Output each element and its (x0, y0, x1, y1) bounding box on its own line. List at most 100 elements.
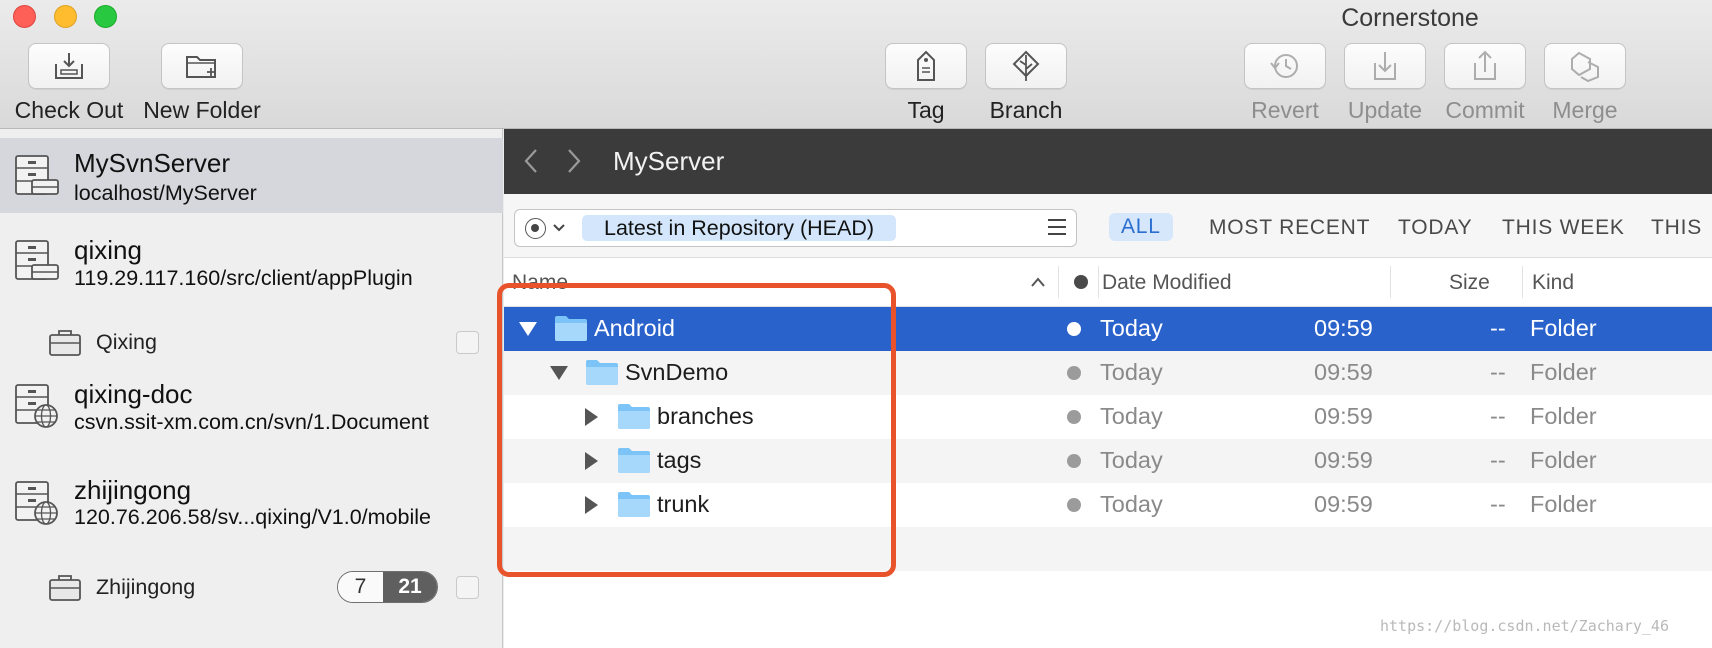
column-kind[interactable]: Kind (1532, 271, 1574, 295)
path-bar: MyServer (504, 129, 1712, 194)
sort-ascending-icon[interactable] (1030, 276, 1046, 288)
working-copy-icon (49, 330, 81, 356)
row-date: Today (1100, 447, 1163, 473)
web-server-icon (15, 384, 58, 428)
server-name: qixing-doc (74, 379, 193, 409)
status-dot (1067, 498, 1081, 512)
total-count: 21 (383, 572, 437, 602)
revision-selector[interactable]: Latest in Repository (HEAD) (514, 209, 1077, 247)
row-kind: Folder (1530, 491, 1597, 517)
working-copy-checkbox[interactable] (456, 576, 479, 599)
commit-icon (1474, 50, 1496, 80)
row-kind: Folder (1530, 359, 1597, 385)
close-window-button[interactable] (13, 5, 36, 28)
row-size: -- (1490, 403, 1506, 429)
empty-row (504, 571, 1712, 615)
chevron-down-icon[interactable] (552, 223, 566, 233)
merge-label: Merge (1552, 97, 1618, 123)
row-date: Today (1100, 491, 1163, 517)
row-size: -- (1490, 315, 1506, 341)
working-copy-qixing[interactable]: Qixing (0, 323, 503, 363)
row-time: 09:59 (1314, 491, 1373, 517)
row-kind: Folder (1530, 447, 1597, 473)
new-folder-button[interactable]: New Folder (132, 43, 272, 124)
row-time: 09:59 (1314, 403, 1373, 429)
status-dot (1067, 410, 1081, 424)
working-copy-name: Qixing (96, 330, 157, 354)
checkout-label: Check Out (14, 97, 124, 123)
watermark: https://blog.csdn.net/Zachary_46 (1380, 617, 1669, 635)
server-name: zhijingong (74, 475, 192, 505)
column-date-modified[interactable]: Date Modified (1102, 271, 1232, 295)
working-copy-zhijingong[interactable]: Zhijingong 7 21 (0, 568, 503, 608)
column-separator[interactable] (1522, 266, 1523, 298)
modified-count: 7 (338, 572, 383, 602)
server-icon (15, 240, 59, 280)
branch-label: Branch (989, 97, 1063, 123)
row-kind: Folder (1530, 403, 1597, 429)
row-time: 09:59 (1314, 447, 1373, 473)
column-separator[interactable] (1098, 266, 1099, 298)
revision-label: Latest in Repository (HEAD) (582, 215, 897, 241)
branch-button[interactable]: Branch (956, 43, 1096, 124)
server-item-qixing-doc[interactable]: qixing-doc csvn.ssit-xm.com.cn/svn/1.Doc… (0, 369, 503, 434)
list-menu-icon[interactable] (1048, 219, 1066, 240)
column-separator[interactable] (1058, 266, 1059, 298)
row-date: Today (1100, 315, 1163, 341)
highlight-box (497, 283, 896, 577)
row-size: -- (1490, 359, 1506, 385)
column-separator[interactable] (1390, 266, 1391, 298)
row-time: 09:59 (1314, 359, 1373, 385)
server-icon (15, 155, 59, 195)
row-kind: Folder (1530, 315, 1597, 341)
tab-most-recent[interactable]: MOST RECENT (1209, 216, 1370, 240)
server-url: localhost/MyServer (74, 181, 257, 205)
row-time: 09:59 (1314, 315, 1373, 341)
status-dot (1067, 366, 1081, 380)
filter-bar: Latest in Repository (HEAD) ALL MOST REC… (504, 194, 1712, 258)
tab-this[interactable]: THIS (1651, 216, 1702, 240)
server-url: 120.76.206.58/sv...qixing/V1.0/mobile (74, 505, 431, 529)
branch-icon (1012, 50, 1040, 81)
server-item-qixing[interactable]: qixing 119.29.117.160/src/client/appPlug… (0, 225, 503, 290)
path-title: MyServer (613, 146, 725, 176)
change-count-badge: 7 21 (337, 571, 438, 603)
revert-icon (1270, 54, 1298, 78)
row-date: Today (1100, 403, 1163, 429)
tab-this-week[interactable]: THIS WEEK (1502, 216, 1625, 240)
row-date: Today (1100, 359, 1163, 385)
chevron-right-icon[interactable] (565, 147, 583, 175)
working-copy-checkbox[interactable] (456, 331, 479, 354)
status-dot (1067, 322, 1081, 336)
status-column-icon[interactable] (1074, 275, 1088, 289)
web-server-icon (15, 481, 58, 525)
tab-today[interactable]: TODAY (1398, 216, 1472, 240)
merge-button[interactable]: Merge (1515, 43, 1655, 124)
checkout-button[interactable]: Check Out (0, 43, 139, 124)
revision-radio-icon (525, 218, 546, 239)
tag-icon (917, 50, 935, 81)
working-copy-icon (49, 575, 81, 601)
server-item-mysvnserver[interactable]: MySvnServer localhost/MyServer (0, 138, 503, 213)
server-name: MySvnServer (74, 148, 231, 178)
chevron-left-icon[interactable] (522, 147, 540, 175)
row-size: -- (1490, 491, 1506, 517)
new-folder-label: New Folder (143, 97, 261, 123)
server-url: 119.29.117.160/src/client/appPlugin (74, 266, 413, 290)
merge-icon (1571, 51, 1599, 83)
new-folder-icon (186, 56, 216, 78)
row-size: -- (1490, 447, 1506, 473)
checkout-icon (55, 53, 83, 79)
zoom-window-button[interactable] (94, 5, 117, 28)
repository-sidebar: MySvnServer localhost/MyServer qixing 11… (0, 129, 503, 648)
server-url: csvn.ssit-xm.com.cn/svn/1.Document (74, 410, 429, 434)
working-copy-name: Zhijingong (96, 575, 196, 599)
update-icon (1374, 52, 1396, 80)
tab-all[interactable]: ALL (1109, 213, 1173, 241)
toolbar: Cornerstone Check Out New Folder Tag Bra… (0, 0, 1712, 129)
server-item-zhijingong[interactable]: zhijingong 120.76.206.58/sv...qixing/V1.… (0, 466, 503, 530)
minimize-window-button[interactable] (54, 5, 77, 28)
column-size[interactable]: Size (1449, 271, 1490, 295)
server-name: qixing (74, 235, 142, 265)
status-dot (1067, 454, 1081, 468)
